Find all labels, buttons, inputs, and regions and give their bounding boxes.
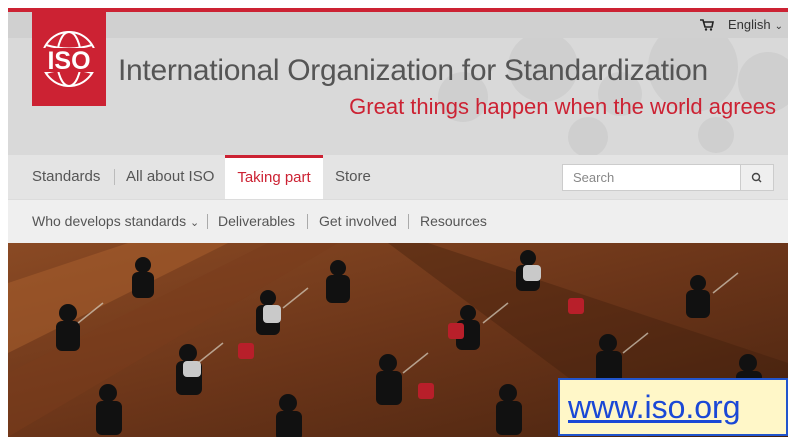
language-selector[interactable]: English ⌄ [728,17,783,32]
search-input[interactable] [563,165,741,190]
cart-icon[interactable] [700,19,714,31]
sub-nav: Who develops standards ⌄ Deliverables Ge… [8,199,788,243]
subnav-item-resources[interactable]: Resources [420,200,487,242]
utility-bar [8,12,788,38]
nav-divider [114,169,115,185]
search-icon [751,172,762,183]
iso-website-link[interactable]: www.iso.org [568,389,741,426]
logo-text: ISO [47,47,90,75]
subnav-item-deliverables[interactable]: Deliverables [218,200,295,242]
nav-item-taking-part[interactable]: Taking part [225,155,323,199]
subnav-divider [307,214,308,229]
nav-item-standards[interactable]: Standards [32,155,100,199]
iso-logo[interactable]: ISO [32,12,106,106]
tagline: Great things happen when the world agree… [349,94,776,119]
subnav-divider [207,214,208,229]
subnav-divider [408,214,409,229]
nav-item-all-about-iso[interactable]: All about ISO [126,155,214,199]
search-box [562,164,774,191]
chevron-down-icon: ⌄ [774,21,784,32]
nav-item-store[interactable]: Store [335,155,371,199]
chevron-down-icon: ⌄ [189,217,200,229]
subnav-item-who-develops-standards[interactable]: Who develops standards ⌄ [32,200,199,242]
url-overlay: www.iso.org [558,378,788,436]
org-name: International Organization for Standardi… [118,54,708,87]
search-button[interactable] [740,165,773,190]
subnav-item-get-involved[interactable]: Get involved [319,200,397,242]
language-label: English [728,17,771,32]
subnav-label: Who develops standards [32,213,187,229]
main-nav: Standards All about ISO Taking part Stor… [8,155,788,199]
site-header: English ⌄ ISO International Organization … [8,12,788,155]
